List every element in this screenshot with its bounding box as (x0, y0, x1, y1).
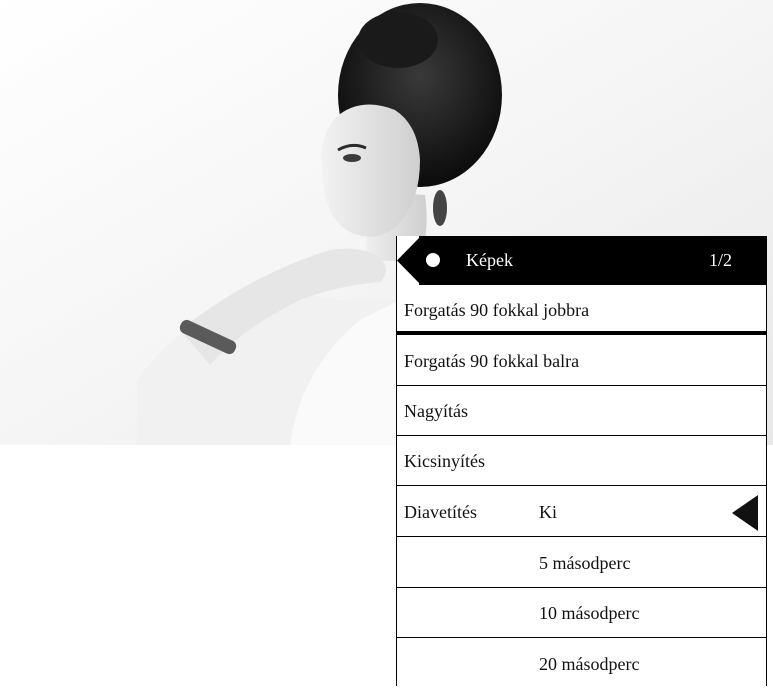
bullet-dot-icon (426, 253, 440, 267)
options-menu: Képek 1/2 Forgatás 90 fokkal jobbra Forg… (396, 236, 767, 686)
slideshow-option-20s[interactable]: 20 másodperc (397, 639, 766, 689)
slideshow-option-5s[interactable]: 5 másodperc (397, 538, 766, 588)
slideshow-option-label: 20 másodperc (539, 654, 640, 674)
menu-item-label: Kicsinyítés (404, 451, 485, 471)
page-indicator: 1/2 (708, 250, 732, 270)
menu-header: Képek 1/2 (397, 236, 766, 285)
back-arrow-icon[interactable] (397, 236, 419, 285)
menu-item-rotate-left[interactable]: Forgatás 90 fokkal balra (397, 336, 766, 386)
slideshow-option-off[interactable]: Diavetítés Ki (397, 487, 766, 537)
menu-item-rotate-right[interactable]: Forgatás 90 fokkal jobbra (397, 285, 766, 335)
slideshow-label: Diavetítés (404, 502, 477, 522)
slideshow-option-label: 10 másodperc (539, 603, 640, 623)
menu-title: Képek (466, 250, 513, 270)
menu-item-zoom-out[interactable]: Kicsinyítés (397, 436, 766, 486)
menu-item-label: Nagyítás (404, 401, 468, 421)
slideshow-option-label: 5 másodperc (539, 553, 631, 573)
left-triangle-icon (732, 495, 758, 531)
slideshow-value: Ki (539, 502, 557, 522)
menu-item-label: Forgatás 90 fokkal balra (404, 351, 580, 371)
menu-item-zoom-in[interactable]: Nagyítás (397, 386, 766, 436)
menu-item-label: Forgatás 90 fokkal jobbra (404, 300, 590, 320)
slideshow-option-10s[interactable]: 10 másodperc (397, 588, 766, 638)
